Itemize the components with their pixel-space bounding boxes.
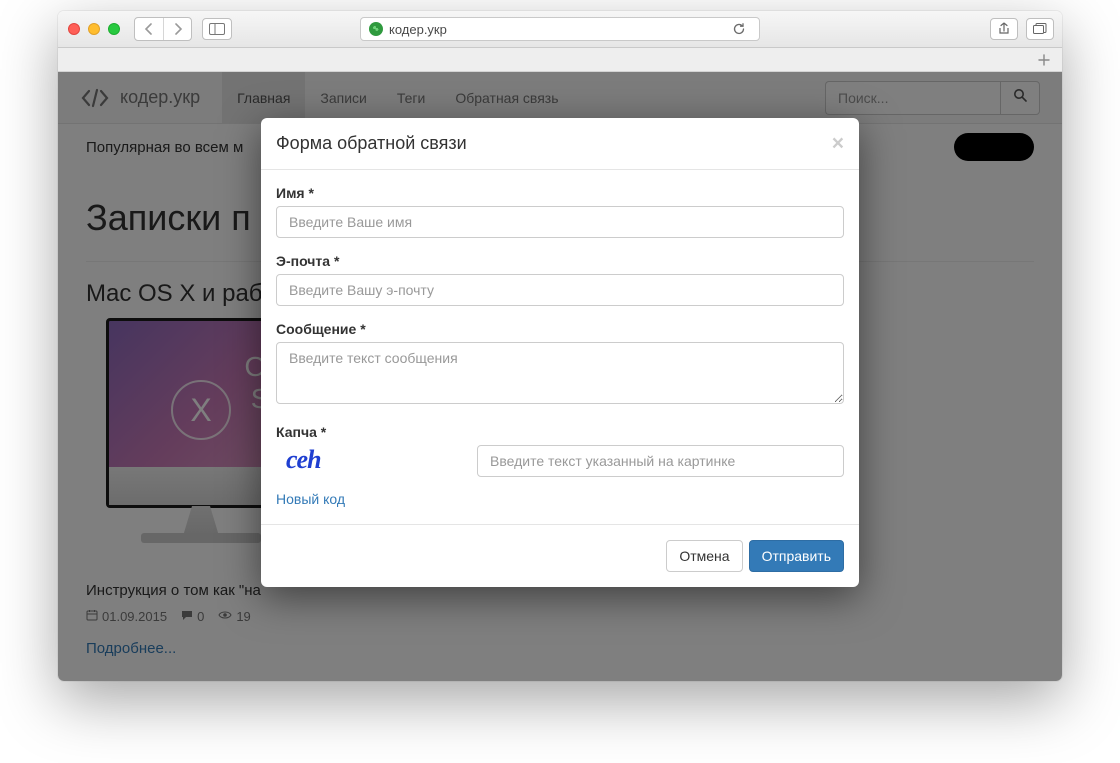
- name-label: Имя *: [276, 185, 844, 201]
- email-label: Э-почта *: [276, 253, 844, 269]
- captcha-label: Капча *: [276, 424, 844, 440]
- captcha-image: ceh: [276, 445, 461, 475]
- toolbar-right: [990, 18, 1054, 40]
- modal-close-button[interactable]: ×: [832, 133, 844, 154]
- page: кодер.укр Главная Записи Теги Обратная с…: [58, 72, 1062, 681]
- new-tab-button[interactable]: [1032, 49, 1056, 71]
- modal-header: Форма обратной связи ×: [261, 118, 859, 170]
- cancel-button[interactable]: Отмена: [666, 540, 742, 572]
- reload-button[interactable]: [727, 17, 751, 41]
- forward-button[interactable]: [163, 18, 191, 40]
- message-textarea[interactable]: [276, 342, 844, 404]
- submit-button[interactable]: Отправить: [749, 540, 844, 572]
- site-favicon-icon: [369, 22, 383, 36]
- zoom-window-button[interactable]: [108, 23, 120, 35]
- nav-back-forward: [134, 17, 192, 41]
- close-window-button[interactable]: [68, 23, 80, 35]
- tab-strip: [58, 48, 1062, 72]
- message-label: Сообщение *: [276, 321, 844, 337]
- minimize-window-button[interactable]: [88, 23, 100, 35]
- url-area: кодер.укр: [360, 17, 760, 41]
- sidebar-toggle-button[interactable]: [202, 18, 232, 40]
- captcha-input[interactable]: [477, 445, 844, 477]
- modal-title: Форма обратной связи: [276, 133, 467, 154]
- modal-footer: Отмена Отправить: [261, 524, 859, 587]
- back-button[interactable]: [135, 18, 163, 40]
- captcha-refresh-link[interactable]: Новый код: [276, 491, 345, 507]
- email-input[interactable]: [276, 274, 844, 306]
- name-input[interactable]: [276, 206, 844, 238]
- titlebar: кодер.укр: [58, 11, 1062, 48]
- share-button[interactable]: [990, 18, 1018, 40]
- tabs-overview-button[interactable]: [1026, 18, 1054, 40]
- window-controls: [68, 23, 120, 35]
- url-text: кодер.укр: [389, 22, 447, 37]
- feedback-modal: Форма обратной связи × Имя * Э-почта * С…: [261, 118, 859, 587]
- url-field[interactable]: кодер.укр: [360, 17, 760, 41]
- browser-window: кодер.укр кодер.укр: [58, 11, 1062, 681]
